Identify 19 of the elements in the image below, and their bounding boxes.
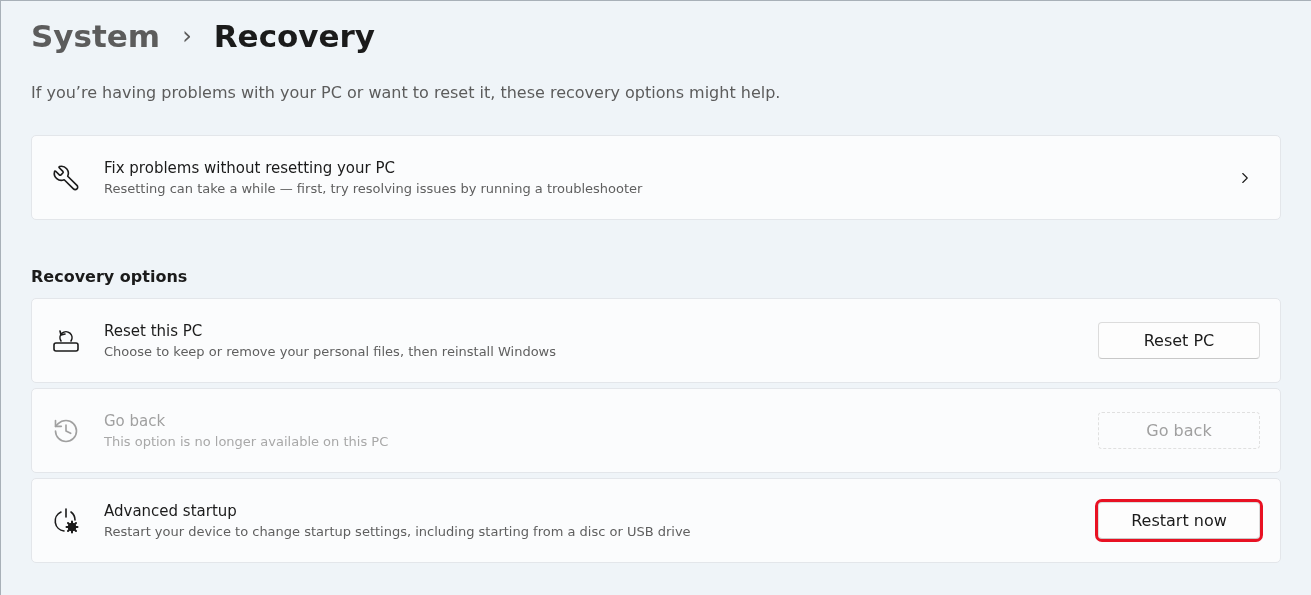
option-title: Advanced startup [104,500,238,522]
option-button[interactable]: Reset PC [1098,322,1260,359]
option-title: Reset this PC [104,320,204,342]
option-subtitle: This option is no longer available on this PC [104,433,390,451]
breadcrumb-link[interactable]: System [31,12,161,60]
option-subtitle: Choose to keep or remove your personal files, then reinstall Windows [104,343,557,361]
option-button[interactable]: Restart now [1098,502,1260,539]
power-gear-icon [52,506,80,535]
breadcrumb-separator: › [182,21,192,52]
troubleshoot-card[interactable]: Fix problems without resetting your PC Resetting can take a while — first, try resolving issues by running a troubleshooter [31,135,1281,220]
page-title: Recovery [213,16,376,56]
reset-drive-icon [52,327,80,354]
card-title: Fix problems without resetting your PC [104,157,396,179]
card-subtitle: Resetting can take a while — first, try resolving issues by running a troubleshooter [104,180,644,198]
wrench-icon [52,163,80,192]
section-title: Recovery options [31,266,189,288]
option-subtitle: Restart your device to change startup settings, including starting from a disc or USB drive [104,523,692,541]
page-description: If you’re having problems with your PC or want to reset it, these recovery options might help. [31,82,782,104]
option-title: Go back [104,410,167,432]
